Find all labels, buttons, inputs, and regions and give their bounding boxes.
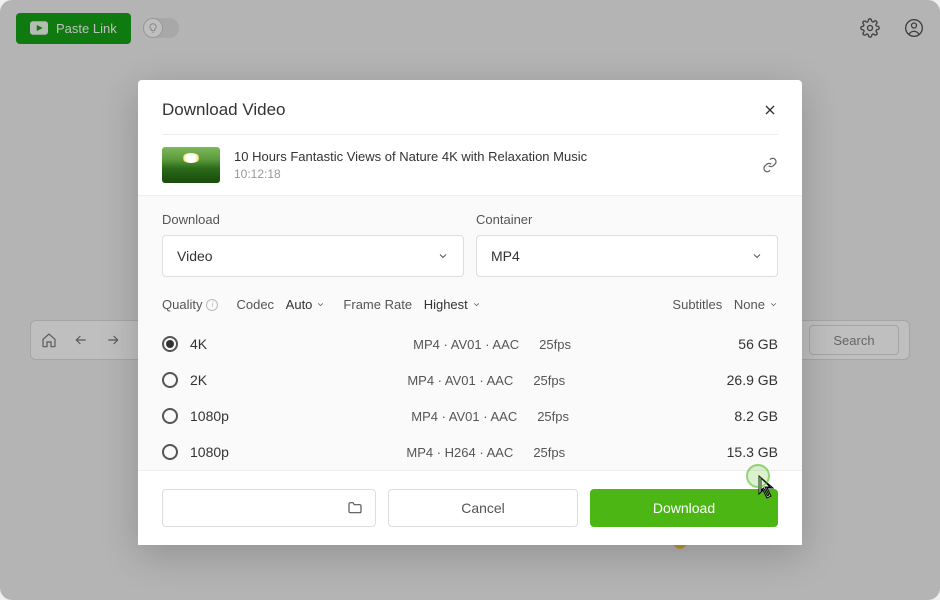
option-size: 56 GB: [738, 336, 778, 352]
quality-option[interactable]: 1080p MP4 · AV01 · AAC 25fps 8.2 GB: [162, 398, 778, 434]
modal-title: Download Video: [162, 100, 286, 120]
option-size: 26.9 GB: [727, 372, 778, 388]
download-type-select[interactable]: Video: [162, 235, 464, 277]
option-codec: MP4 · AV01 · AAC: [369, 337, 519, 352]
option-codec: MP4 · AV01 · AAC: [367, 409, 517, 424]
download-modal: Download Video 10 Hours Fantastic Views …: [138, 80, 802, 545]
container-select[interactable]: MP4: [476, 235, 778, 277]
radio-icon: [162, 408, 178, 424]
chevron-down-icon: [751, 250, 763, 262]
option-resolution: 1080p: [190, 408, 250, 424]
option-size: 8.2 GB: [734, 408, 778, 424]
video-thumbnail: [162, 147, 220, 183]
download-type-value: Video: [177, 248, 213, 264]
option-codec: MP4 · AV01 · AAC: [363, 373, 513, 388]
subtitles-filter[interactable]: Subtitles None: [672, 297, 778, 312]
video-duration: 10:12:18: [234, 167, 748, 181]
radio-icon: [162, 336, 178, 352]
chevron-down-icon: [769, 300, 778, 309]
info-icon[interactable]: i: [206, 299, 218, 311]
option-fps: 25fps: [537, 409, 617, 424]
radio-icon: [162, 372, 178, 388]
option-size: 15.3 GB: [727, 444, 778, 460]
container-label: Container: [476, 212, 778, 227]
chevron-down-icon: [437, 250, 449, 262]
folder-icon: [347, 500, 363, 516]
codec-filter[interactable]: Codec Auto: [236, 297, 325, 312]
cancel-button[interactable]: Cancel: [388, 489, 578, 527]
quality-label: Quality i: [162, 297, 218, 312]
option-fps: 25fps: [533, 445, 613, 460]
quality-option[interactable]: 4K MP4 · AV01 · AAC 25fps 56 GB: [162, 326, 778, 362]
download-type-label: Download: [162, 212, 464, 227]
close-icon[interactable]: [762, 102, 778, 118]
video-title: 10 Hours Fantastic Views of Nature 4K wi…: [234, 149, 748, 166]
chevron-down-icon: [472, 300, 481, 309]
quality-option[interactable]: 2K MP4 · AV01 · AAC 25fps 26.9 GB: [162, 362, 778, 398]
quality-option[interactable]: 1080p MP4 · H264 · AAC 25fps 15.3 GB: [162, 434, 778, 470]
framerate-filter[interactable]: Frame Rate Highest: [343, 297, 480, 312]
option-resolution: 1080p: [190, 444, 250, 460]
option-resolution: 2K: [190, 372, 250, 388]
option-fps: 25fps: [533, 373, 613, 388]
chevron-down-icon: [316, 300, 325, 309]
output-folder-input[interactable]: [162, 489, 376, 527]
option-resolution: 4K: [190, 336, 250, 352]
download-button[interactable]: Download: [590, 489, 778, 527]
container-value: MP4: [491, 248, 520, 264]
radio-icon: [162, 444, 178, 460]
option-fps: 25fps: [539, 337, 619, 352]
link-icon[interactable]: [762, 157, 778, 173]
option-codec: MP4 · H264 · AAC: [363, 445, 513, 460]
